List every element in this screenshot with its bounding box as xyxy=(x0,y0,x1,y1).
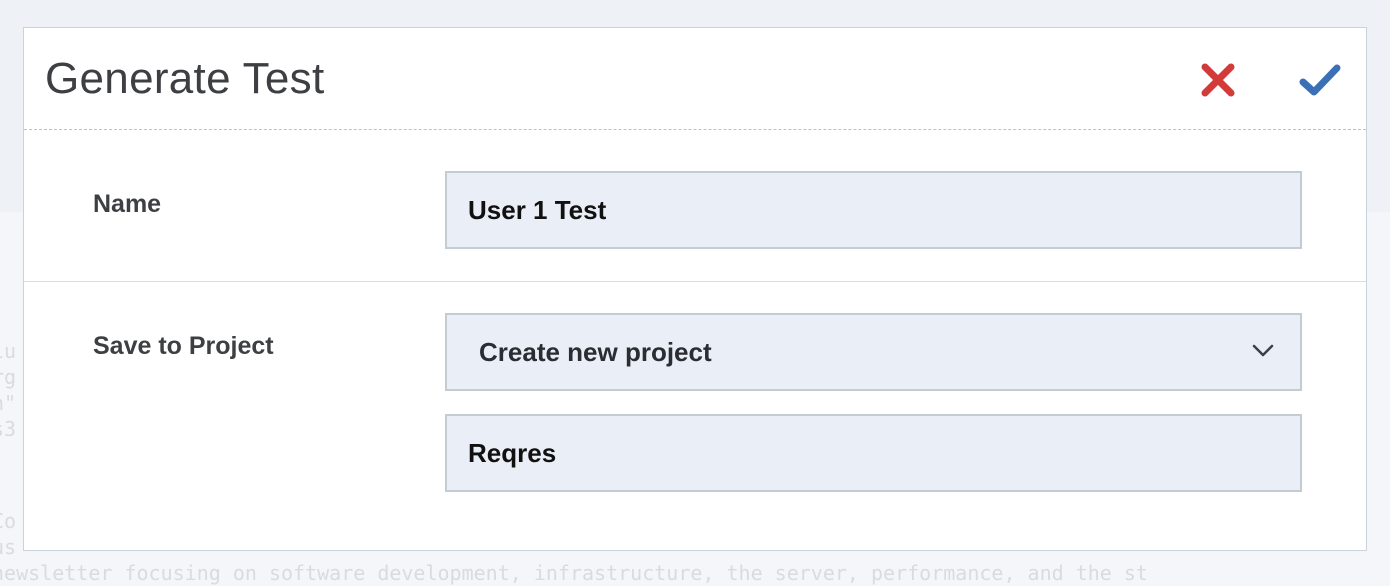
project-select[interactable]: Create new project xyxy=(445,313,1302,391)
project-select-value: Create new project xyxy=(479,337,712,367)
name-label: Name xyxy=(93,190,162,218)
dialog-title: Generate Test xyxy=(45,54,325,103)
name-input[interactable] xyxy=(445,171,1302,249)
project-row: Save to Project Create new project xyxy=(24,282,1366,552)
dialog-header: Generate Test xyxy=(24,28,1366,130)
background-code-fragment: lu rg n" s3 xyxy=(0,339,17,441)
chevron-down-icon xyxy=(1252,344,1274,357)
confirm-button[interactable] xyxy=(1298,60,1341,100)
close-x-icon xyxy=(1201,63,1235,97)
project-label: Save to Project xyxy=(93,332,274,360)
cancel-button[interactable] xyxy=(1198,60,1238,100)
checkmark-icon xyxy=(1299,64,1341,96)
generate-test-dialog: Generate Test Name Save to Project Creat… xyxy=(23,27,1367,551)
new-project-name-input[interactable] xyxy=(445,414,1302,492)
name-row: Name xyxy=(24,130,1366,282)
